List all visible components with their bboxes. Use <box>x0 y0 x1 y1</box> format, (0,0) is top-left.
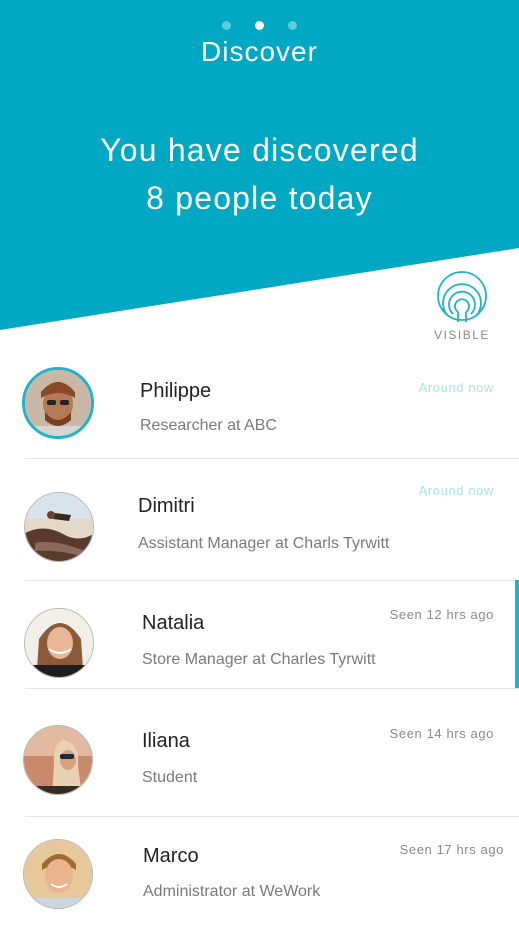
status-text: Around now <box>418 380 494 395</box>
headline-line-2: 8 people today <box>146 180 373 216</box>
person-name: Iliana <box>142 730 190 752</box>
list-item[interactable]: Iliana Student Seen 14 hrs ago <box>23 689 519 817</box>
avatar <box>24 492 94 562</box>
status-text: Seen 14 hrs ago <box>389 726 494 741</box>
signal-icon <box>437 271 487 322</box>
headline-line-1: You have discovered <box>100 132 419 168</box>
status-text: Seen 12 hrs ago <box>389 607 494 622</box>
avatar <box>23 839 93 909</box>
list-item[interactable]: Natalia Store Manager at Charles Tyrwitt… <box>24 581 519 689</box>
page-dot[interactable] <box>221 21 231 30</box>
visibility-toggle[interactable]: VISIBLE <box>431 270 493 342</box>
list-item[interactable]: Philippe Researcher at ABC Around now <box>22 347 519 459</box>
discovery-summary: You have discovered 8 people today <box>0 126 519 222</box>
person-role: Student <box>142 769 198 786</box>
person-role: Administrator at WeWork <box>143 883 321 900</box>
page-dot[interactable] <box>288 21 298 30</box>
people-list: Philippe Researcher at ABC Around now Di… <box>0 347 519 927</box>
person-role: Assistant Manager at Charls Tyrwitt <box>138 535 390 552</box>
status-text: Seen 17 hrs ago <box>399 842 504 857</box>
visibility-label: VISIBLE <box>434 328 490 342</box>
person-name: Philippe <box>140 380 212 402</box>
person-role: Researcher at ABC <box>140 417 277 434</box>
person-name: Natalia <box>142 612 205 634</box>
avatar <box>22 367 94 439</box>
avatar <box>23 725 93 795</box>
list-item[interactable]: Marco Administrator at WeWork Seen 17 hr… <box>23 817 519 927</box>
person-name: Dimitri <box>138 495 195 517</box>
avatar <box>24 608 94 678</box>
page-title: Discover <box>201 36 318 67</box>
person-name: Marco <box>143 845 199 867</box>
scrollbar[interactable] <box>515 580 519 688</box>
page-indicator <box>0 17 519 35</box>
status-text: Around now <box>418 483 494 498</box>
person-role: Store Manager at Charles Tyrwitt <box>142 651 376 668</box>
page-dot-active[interactable] <box>255 21 264 30</box>
list-item[interactable]: Dimitri Assistant Manager at Charls Tyrw… <box>24 459 519 581</box>
